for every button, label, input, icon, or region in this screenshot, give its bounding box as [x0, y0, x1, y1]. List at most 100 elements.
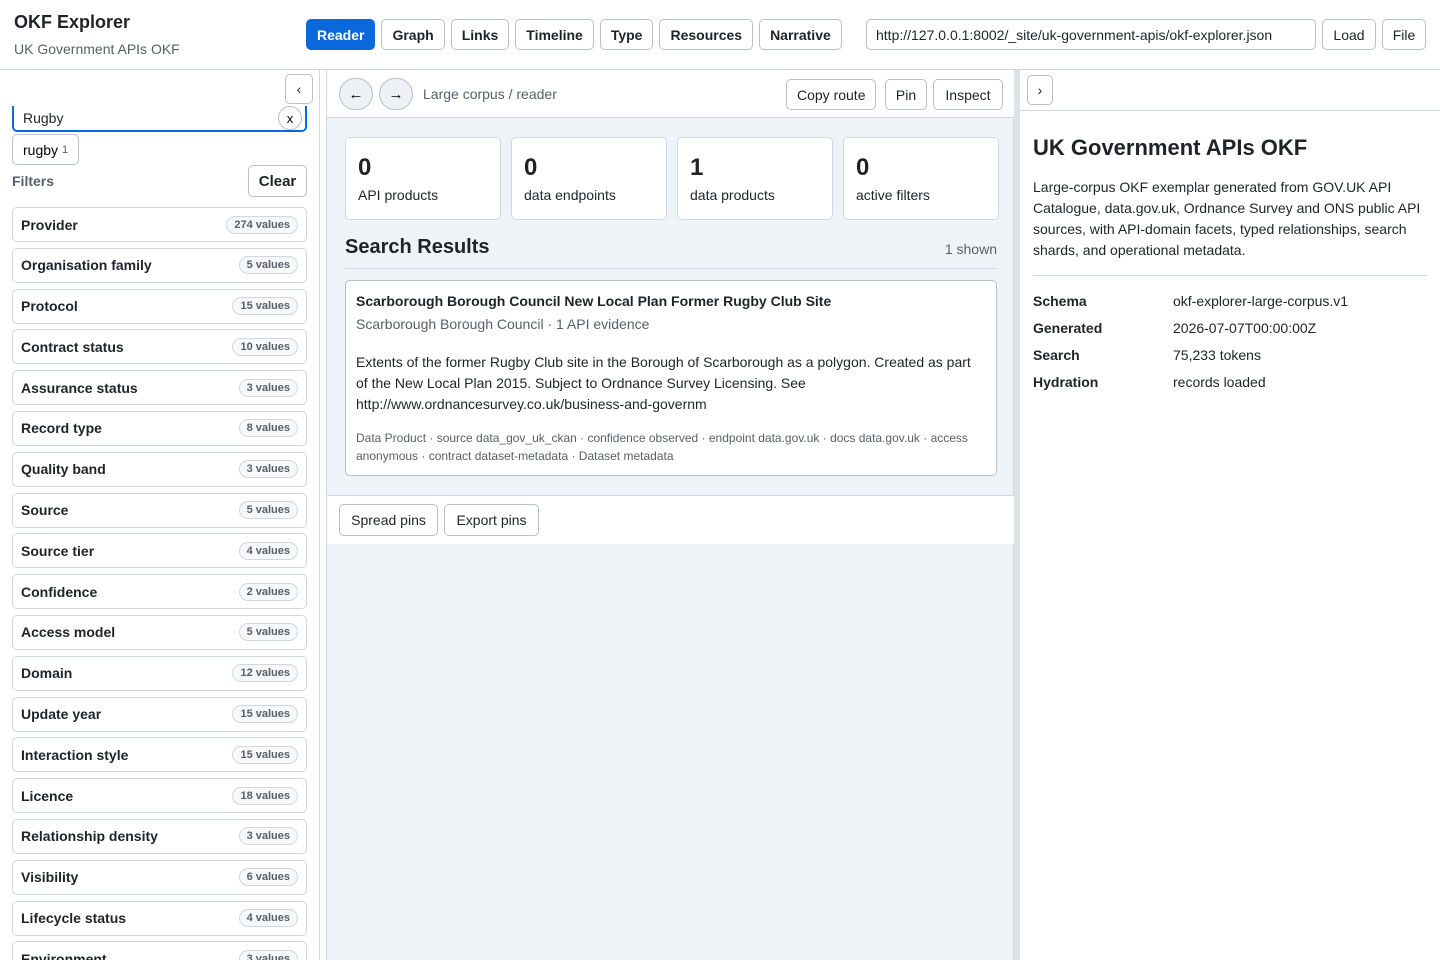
- chip-count: 1: [62, 143, 69, 156]
- stat-active-filters: 0 active filters: [843, 137, 999, 220]
- tab-timeline[interactable]: Timeline: [515, 19, 594, 50]
- load-button[interactable]: Load: [1322, 19, 1376, 50]
- facet-name: Protocol: [21, 298, 78, 315]
- facet-source[interactable]: Source 5 values: [12, 492, 307, 528]
- forward-button[interactable]: →: [379, 78, 413, 110]
- collapse-inspector-button[interactable]: ›: [1027, 75, 1053, 105]
- facet-access-model[interactable]: Access model 5 values: [12, 614, 307, 650]
- source-url-input[interactable]: [866, 19, 1316, 50]
- stat-data-products: 1 data products: [677, 137, 833, 220]
- search-term-chip[interactable]: rugby 1: [12, 134, 80, 165]
- facet-count-badge: 5 values: [238, 256, 298, 275]
- result-meta: Scarborough Borough Council · 1 API evid…: [356, 316, 650, 332]
- tab-links[interactable]: Links: [450, 19, 510, 50]
- stat-label: active filters: [856, 187, 930, 203]
- facet-provider[interactable]: Provider 274 values: [12, 207, 307, 242]
- stat-cards: 0 API products 0 data endpoints 1 data p…: [345, 137, 999, 220]
- result-description: Extents of the former Rugby Club site in…: [356, 354, 971, 412]
- facet-name: Provider: [21, 216, 78, 233]
- facet-count-badge: 15 values: [232, 705, 298, 724]
- file-button[interactable]: File: [1382, 19, 1426, 50]
- facet-lifecycle-status[interactable]: Lifecycle status 4 values: [12, 900, 307, 936]
- metadata-row-search: Search 75,233 tokens: [1033, 341, 1427, 368]
- facet-name: Source: [21, 502, 69, 519]
- facet-count-badge: 3 values: [238, 378, 298, 397]
- facet-record-type[interactable]: Record type 8 values: [12, 410, 307, 446]
- facet-name: Confidence: [21, 583, 98, 600]
- facet-count-badge: 15 values: [232, 745, 298, 764]
- inspector-panel: › UK Government APIs OKF Large-corpus OK…: [1020, 70, 1440, 960]
- stat-label: data products: [690, 187, 775, 203]
- facet-name: Contract status: [21, 338, 124, 355]
- results-title: Search Results: [345, 236, 490, 258]
- tab-graph[interactable]: Graph: [381, 19, 445, 50]
- facet-count-badge: 4 values: [238, 541, 298, 560]
- facet-visibility[interactable]: Visibility 6 values: [12, 859, 307, 895]
- facet-source-tier[interactable]: Source tier 4 values: [12, 533, 307, 569]
- facet-name: Visibility: [21, 869, 79, 886]
- app-title: OKF Explorer: [14, 12, 131, 32]
- facet-assurance-status[interactable]: Assurance status 3 values: [12, 370, 307, 406]
- tab-reader[interactable]: Reader: [306, 19, 376, 50]
- top-bar: OKF Explorer UK Government APIs OKF Read…: [0, 0, 1440, 70]
- facet-count-badge: 5 values: [238, 501, 298, 520]
- stat-data-endpoints: 0 data endpoints: [511, 137, 667, 220]
- search-input[interactable]: [12, 106, 307, 132]
- facet-protocol[interactable]: Protocol 15 values: [12, 288, 307, 324]
- results-header: Search Results 1 shown: [345, 234, 997, 269]
- facet-quality-band[interactable]: Quality band 3 values: [12, 451, 307, 487]
- pins-bar: Spread pins Export pins: [327, 495, 1015, 544]
- inspector-toolbar: ›: [1020, 70, 1440, 111]
- facet-update-year[interactable]: Update year 15 values: [12, 696, 307, 732]
- export-pins-button[interactable]: Export pins: [444, 504, 539, 536]
- facet-count-badge: 274 values: [226, 215, 298, 234]
- stat-value: 0: [856, 154, 870, 181]
- copy-route-button[interactable]: Copy route: [786, 79, 877, 110]
- facet-interaction-style[interactable]: Interaction style 15 values: [12, 737, 307, 773]
- metadata-row-schema: Schema okf-explorer-large-corpus.v1: [1033, 287, 1427, 314]
- metadata-key: Generated: [1033, 319, 1103, 336]
- metadata-row-generated: Generated 2026-07-07T00:00:00Z: [1033, 314, 1427, 341]
- tab-resources[interactable]: Resources: [659, 19, 754, 50]
- tab-type[interactable]: Type: [599, 19, 654, 50]
- back-button[interactable]: ←: [339, 78, 373, 110]
- facet-name: Organisation family: [21, 257, 152, 274]
- facet-count-badge: 3 values: [238, 460, 298, 479]
- facet-name: Relationship density: [21, 828, 158, 845]
- filters-heading: Filters: [12, 173, 55, 189]
- facet-relationship-density[interactable]: Relationship density 3 values: [12, 818, 307, 854]
- breadcrumb: Large corpus / reader: [423, 86, 557, 102]
- facet-organisation-family[interactable]: Organisation family 5 values: [12, 247, 307, 283]
- stat-value: 0: [524, 154, 538, 181]
- metadata-value: okf-explorer-large-corpus.v1: [1173, 292, 1349, 309]
- clear-search-button[interactable]: x: [278, 106, 302, 130]
- collapse-sidebar-button[interactable]: ‹: [285, 74, 313, 104]
- stat-label: API products: [358, 187, 439, 203]
- facet-name: Quality band: [21, 461, 106, 478]
- metadata-value: 75,233 tokens: [1173, 346, 1261, 363]
- result-card[interactable]: Scarborough Borough Council New Local Pl…: [345, 280, 997, 476]
- facet-environment[interactable]: Environment 3 values: [12, 941, 307, 960]
- facet-count-badge: 8 values: [238, 419, 298, 438]
- facet-name: Access model: [21, 624, 116, 641]
- metadata-value: 2026-07-07T00:00:00Z: [1173, 319, 1317, 336]
- facet-confidence[interactable]: Confidence 2 values: [12, 574, 307, 610]
- facet-domain[interactable]: Domain 12 values: [12, 655, 307, 691]
- facet-count-badge: 4 values: [238, 909, 298, 928]
- facet-licence[interactable]: Licence 18 values: [12, 778, 307, 814]
- inspect-button[interactable]: Inspect: [933, 79, 1003, 110]
- app-subtitle: UK Government APIs OKF: [14, 41, 180, 57]
- stat-label: data endpoints: [524, 187, 616, 203]
- reader-toolbar: ← → Large corpus / reader Copy route Pin…: [327, 70, 1015, 118]
- facet-name: Licence: [21, 787, 74, 804]
- stat-value: 0: [358, 154, 372, 181]
- result-tags: Data Product · source data_gov_uk_ckan ·…: [356, 431, 968, 463]
- clear-filters-button[interactable]: Clear: [248, 165, 307, 197]
- tab-narrative[interactable]: Narrative: [759, 19, 842, 50]
- facet-list: Provider 274 values Organisation family 5 …: [12, 207, 307, 960]
- metadata-row-hydration: Hydration records loaded: [1033, 368, 1427, 395]
- spread-pins-button[interactable]: Spread pins: [339, 504, 438, 536]
- arrow-left-icon: ←: [348, 85, 364, 103]
- pin-button[interactable]: Pin: [885, 79, 927, 110]
- facet-contract-status[interactable]: Contract status 10 values: [12, 329, 307, 365]
